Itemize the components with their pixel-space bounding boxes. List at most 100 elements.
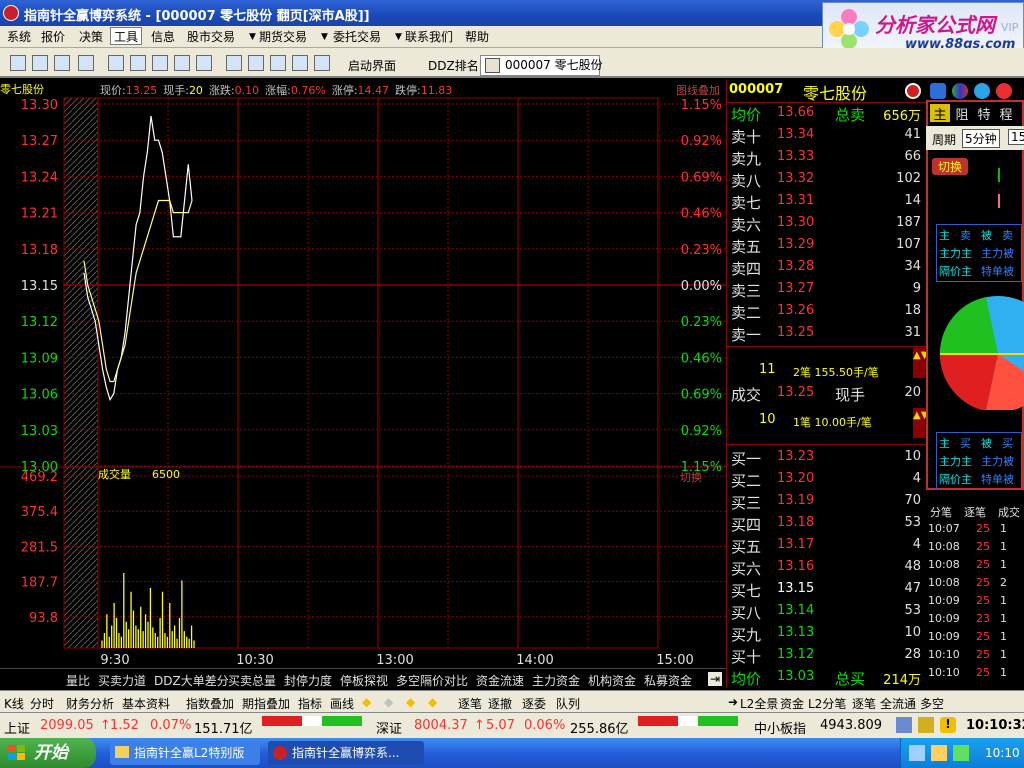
indicator-tab-10[interactable]: 私募资金 — [644, 672, 692, 689]
period-extra-select[interactable]: 15 — [1008, 129, 1024, 145]
menu-item-4[interactable]: 信息 — [148, 28, 178, 46]
globe-icon[interactable] — [974, 83, 990, 99]
bid-row-0[interactable]: 买一 13.23 10 — [727, 446, 927, 468]
indicator-tab-3[interactable]: 买卖总量 — [228, 672, 276, 689]
view-tab-right-1[interactable]: 逐撤 — [488, 695, 512, 712]
window-icon[interactable] — [930, 83, 946, 99]
indicator-tab-4[interactable]: 封停力度 — [284, 672, 332, 689]
ask-row-6[interactable]: 卖四 13.28 34 — [727, 256, 927, 278]
bid-row-6[interactable]: 买七 13.15 47 — [727, 578, 927, 600]
toolbar-icon-2[interactable] — [32, 55, 48, 71]
view-tab-mid-0[interactable]: 指数叠加 — [186, 695, 234, 712]
indicator-tab-8[interactable]: 主力资金 — [532, 672, 580, 689]
menu-item-8[interactable]: 联系我们 — [402, 28, 456, 46]
ddz-rank-button[interactable]: DDZ排名 — [428, 57, 479, 74]
alert-icon[interactable] — [996, 83, 1012, 99]
toolbar-icon-13[interactable] — [292, 55, 308, 71]
toolbar-icon-8[interactable] — [174, 55, 190, 71]
menu-item-7[interactable]: 委托交易 — [330, 28, 384, 46]
menu-item-3[interactable]: 工具 — [110, 27, 143, 45]
bid-row-8[interactable]: 买九 13.13 10 — [727, 622, 927, 644]
ask-row-4[interactable]: 卖六 13.30 187 — [727, 212, 927, 234]
diamond-icon[interactable]: ◆ — [428, 695, 437, 709]
fund-tab-2[interactable]: 特 — [974, 104, 994, 123]
tray-icon-3[interactable] — [953, 745, 969, 761]
view-tab-far-4[interactable]: 全流通 — [880, 695, 916, 712]
toolbar-icon-5[interactable] — [108, 55, 124, 71]
view-tab-left-0[interactable]: K线 — [4, 695, 24, 712]
toolbar-icon-12[interactable] — [270, 55, 286, 71]
ask-row-2[interactable]: 卖八 13.32 102 — [727, 168, 927, 190]
ask-row-8[interactable]: 卖二 13.26 18 — [727, 300, 927, 322]
bid-row-9[interactable]: 买十 13.12 28 — [727, 644, 927, 666]
toolbar-icon-6[interactable] — [130, 55, 146, 71]
menu-item-2[interactable]: 决策 — [76, 28, 106, 46]
tray-icon-1[interactable] — [909, 745, 925, 761]
ask-row-3[interactable]: 卖七 13.31 14 — [727, 190, 927, 212]
bid-row-3[interactable]: 买四 13.18 53 — [727, 512, 927, 534]
fund-tab-3[interactable]: 程 — [996, 104, 1016, 123]
tick-tab-2[interactable]: 成交 — [998, 504, 1020, 520]
toolbar-icon-3[interactable] — [54, 55, 70, 71]
toolbar-icon-7[interactable] — [152, 55, 168, 71]
ask-row-5[interactable]: 卖五 13.29 107 — [727, 234, 927, 256]
period-select[interactable]: 5分钟 — [962, 129, 1000, 148]
toolbar-icon-4[interactable] — [78, 55, 94, 71]
stock-tab[interactable]: 000007 零七股份 — [480, 55, 603, 76]
monitor-icon[interactable] — [896, 717, 912, 733]
indicator-tab-2[interactable]: DDZ大单差分 — [154, 672, 229, 689]
tick-tab-0[interactable]: 分笔 — [930, 504, 952, 520]
view-tab-mid-2[interactable]: 指标 — [298, 695, 322, 712]
view-tab-far-5[interactable]: 多空 — [920, 695, 944, 712]
tab-more-icon[interactable]: ⇥ — [708, 672, 723, 686]
fund-tab-0[interactable]: 主 — [930, 104, 950, 123]
indicator-tab-1[interactable]: 买卖力道 — [98, 672, 146, 689]
warning-icon[interactable]: ! — [940, 717, 956, 733]
intraday-chart-area[interactable]: 13.30 13.27 13.24 13.21 13.18 13.15 13.12 13.09… — [0, 80, 726, 668]
bid-row-4[interactable]: 买五 13.17 4 — [727, 534, 927, 556]
task-l2[interactable]: 指南针全赢L2特别版 — [110, 741, 260, 765]
bid-row-5[interactable]: 买六 13.16 48 — [727, 556, 927, 578]
bid-row-1[interactable]: 买二 13.20 4 — [727, 468, 927, 490]
indicator-tab-5[interactable]: 停板探视 — [340, 672, 388, 689]
view-tab-right-2[interactable]: 逐委 — [522, 695, 546, 712]
menu-item-1[interactable]: 报价 — [38, 28, 68, 46]
toolbar-icon-14[interactable] — [314, 55, 330, 71]
menu-item-0[interactable]: 系统 — [4, 28, 34, 46]
ask-scroll-arrows[interactable]: ▲▼ — [913, 348, 928, 378]
toolbar-icon-10[interactable] — [226, 55, 242, 71]
bid-scroll-arrows[interactable]: ▲▼ — [913, 408, 928, 438]
switch-button[interactable]: 切换 — [932, 158, 969, 175]
view-tab-far-1[interactable]: 资金 — [780, 695, 804, 712]
view-tab-right-3[interactable]: 队列 — [556, 695, 580, 712]
overlay-button[interactable]: 图线叠加 — [676, 82, 720, 98]
indicator-tab-0[interactable]: 量比 — [66, 672, 90, 689]
arrow-right-icon[interactable]: ➜ — [728, 695, 738, 709]
view-tab-left-3[interactable]: 基本资料 — [122, 695, 170, 712]
bell-icon[interactable] — [918, 717, 934, 733]
ask-row-1[interactable]: 卖九 13.33 66 — [727, 146, 927, 168]
view-tab-left-1[interactable]: 分时 — [30, 695, 54, 712]
view-tab-mid-1[interactable]: 期指叠加 — [242, 695, 290, 712]
indicator-tab-6[interactable]: 多空隔价对比 — [396, 672, 468, 689]
view-tab-right-0[interactable]: 逐笔 — [458, 695, 482, 712]
start-button[interactable]: 开始 — [0, 738, 96, 768]
toolbar-icon-9[interactable] — [196, 55, 212, 71]
ask-row-9[interactable]: 卖一 13.25 31 — [727, 322, 927, 344]
bid-row-2[interactable]: 买三 13.19 70 — [727, 490, 927, 512]
view-tab-left-2[interactable]: 财务分析 — [66, 695, 114, 712]
toolbar-icon-1[interactable] — [10, 55, 26, 71]
menu-item-9[interactable]: 帮助 — [462, 28, 492, 46]
view-tab-mid-3[interactable]: 画线 — [330, 695, 354, 712]
diamond-icon[interactable]: ◆ — [406, 695, 415, 709]
pie-icon[interactable] — [952, 83, 968, 99]
view-tab-far-2[interactable]: L2分笔 — [808, 695, 846, 712]
indicator-tab-7[interactable]: 资金流速 — [476, 672, 524, 689]
tray-icon-2[interactable] — [931, 745, 947, 761]
ask-row-7[interactable]: 卖三 13.27 9 — [727, 278, 927, 300]
task-main[interactable]: 指南针全赢博弈系... — [268, 741, 424, 765]
ask-row-0[interactable]: 卖十 13.34 41 — [727, 124, 927, 146]
tick-tab-1[interactable]: 逐笔 — [964, 504, 986, 520]
view-tab-far-3[interactable]: 逐笔 — [852, 695, 876, 712]
fund-tab-1[interactable]: 阻 — [952, 104, 972, 123]
